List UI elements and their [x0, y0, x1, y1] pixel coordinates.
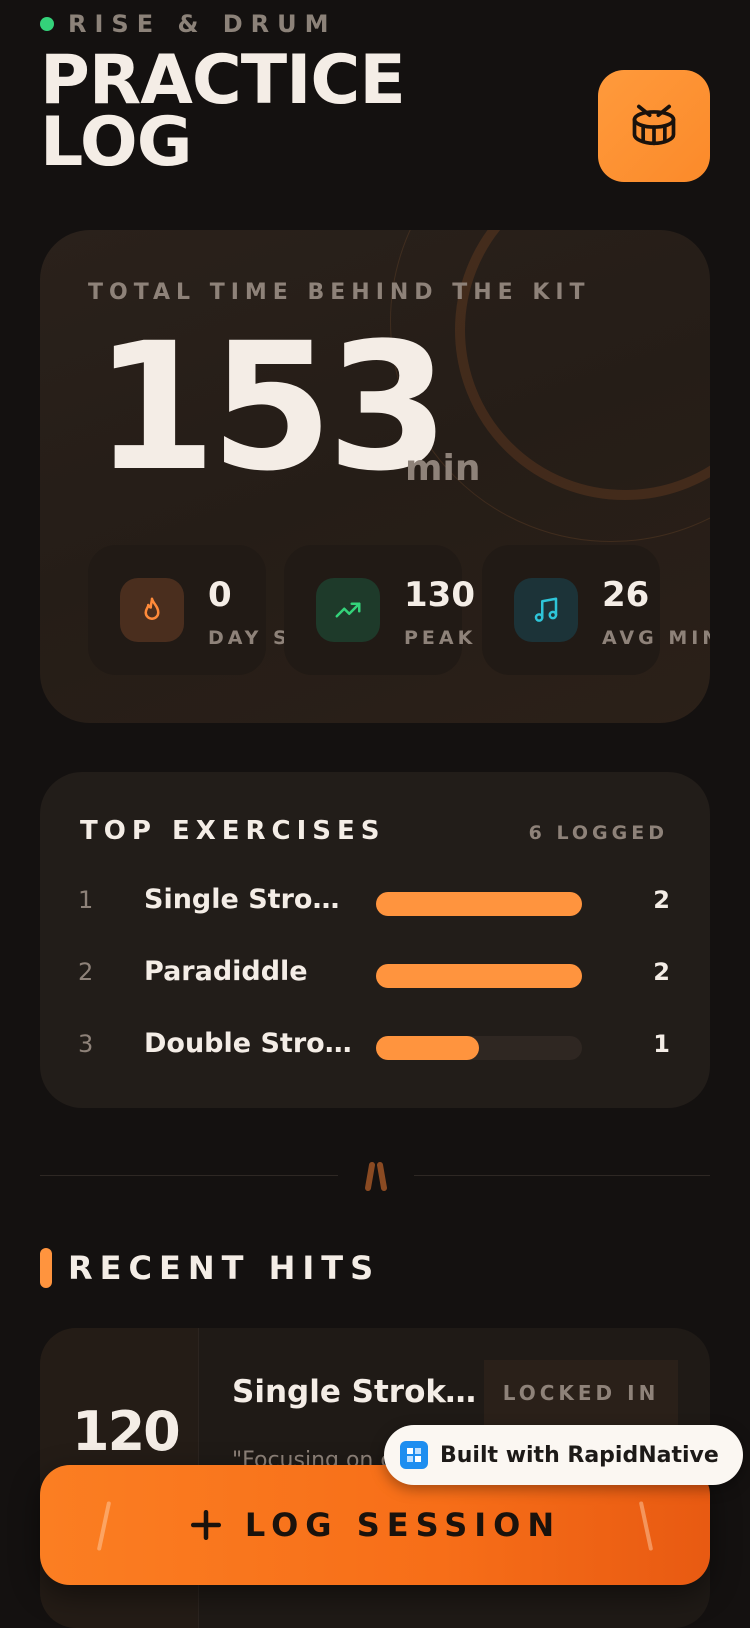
- exercise-row[interactable]: 1 Single Stroke... 2: [40, 882, 710, 922]
- total-time-card: TOTAL TIME BEHIND THE KIT 153 min 0 DAY …: [40, 230, 710, 723]
- stat-value: 0: [208, 575, 232, 615]
- brand-name: RISE & DRUM: [68, 10, 337, 38]
- exercise-name: Single Stroke...: [144, 884, 354, 915]
- divider-line: [40, 1175, 338, 1176]
- music-note-icon: [514, 578, 578, 642]
- plus-icon: [190, 1509, 221, 1541]
- decorative-slash: [96, 1501, 112, 1551]
- stat-avg-min: 26 AVG MIN: [482, 545, 710, 675]
- exercise-row[interactable]: 3 Double Strok... 1: [40, 1026, 710, 1066]
- exercise-rank: 1: [78, 886, 94, 914]
- top-exercises-card: TOP EXERCISES 6 LOGGED 1 Single Stroke..…: [40, 772, 710, 1108]
- exercise-bar-track: [376, 1036, 582, 1060]
- stat-day-streak: 0 DAY STREAK: [88, 545, 377, 675]
- stat-value: 130: [404, 575, 475, 615]
- page-title: PRACTICE LOG: [40, 47, 406, 182]
- stat-peak-bpm: 130 PEAK BPM: [284, 545, 542, 675]
- drum-icon: [632, 104, 676, 146]
- exercise-bar-track: [376, 892, 582, 916]
- trending-up-icon: [316, 578, 380, 642]
- total-time-value: 153: [94, 305, 449, 510]
- status-dot: [40, 17, 54, 31]
- section-accent-bar: [40, 1248, 52, 1288]
- exercise-rank: 3: [78, 1030, 94, 1058]
- exercise-bar-fill: [376, 964, 582, 988]
- decorative-slash: [638, 1501, 654, 1551]
- session-exercise-name: Single Stroke...: [232, 1374, 482, 1410]
- exercise-bar-fill: [376, 892, 582, 916]
- drumsticks-icon: [365, 1162, 387, 1191]
- flame-icon: [120, 578, 184, 642]
- exercise-name: Paradiddle: [144, 956, 308, 987]
- log-session-label: LOG SESSION: [244, 1506, 562, 1544]
- session-status-badge: LOCKED IN: [484, 1360, 678, 1426]
- drum-button[interactable]: [598, 70, 710, 182]
- total-time-unit: min: [405, 448, 481, 489]
- built-with-text: Built with RapidNative: [440, 1442, 719, 1468]
- exercise-rank: 2: [78, 958, 94, 986]
- stat-label: AVG MIN: [602, 627, 710, 649]
- exercise-bar-track: [376, 964, 582, 988]
- exercises-count: 6 LOGGED: [528, 822, 668, 844]
- stat-value: 26: [602, 575, 650, 615]
- divider-line: [414, 1175, 710, 1176]
- page-title-line2: LOG: [40, 103, 193, 182]
- exercise-name: Double Strok...: [144, 1028, 354, 1059]
- brand-row: RISE & DRUM: [40, 10, 337, 38]
- exercise-count: 2: [653, 886, 670, 914]
- total-time-label: TOTAL TIME BEHIND THE KIT: [88, 280, 591, 305]
- exercise-count: 2: [653, 958, 670, 986]
- recent-hits-title: RECENT HITS: [68, 1249, 381, 1287]
- exercise-bar-fill: [376, 1036, 479, 1060]
- session-bpm: 120: [72, 1400, 181, 1463]
- top-exercises-title: TOP EXERCISES: [80, 816, 386, 846]
- built-with-badge[interactable]: Built with RapidNative: [384, 1425, 743, 1485]
- exercise-count: 1: [653, 1030, 670, 1058]
- rapidnative-logo-icon: [400, 1441, 428, 1469]
- exercise-row[interactable]: 2 Paradiddle 2: [40, 954, 710, 994]
